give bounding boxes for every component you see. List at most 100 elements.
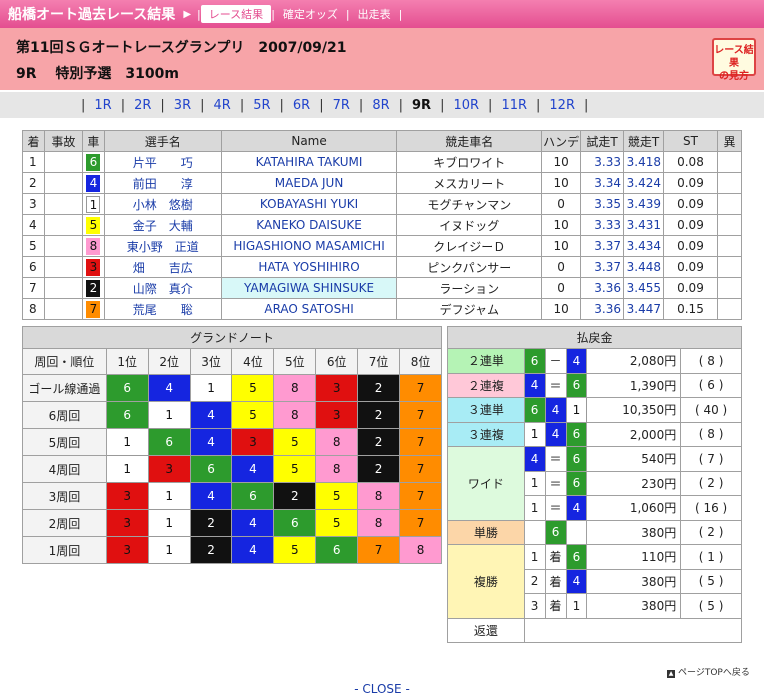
trial-time-cell[interactable]: 3.36 bbox=[580, 277, 625, 299]
payout-car-cell: 6 bbox=[544, 519, 567, 545]
lap-car-cell: 4 bbox=[189, 428, 233, 456]
lap-car-cell: 4 bbox=[189, 482, 233, 510]
rider-name-jp[interactable]: 山際 真介 bbox=[103, 277, 222, 299]
accident-cell bbox=[43, 256, 83, 278]
position-header: 7位 bbox=[357, 348, 401, 375]
round-tab-5r[interactable]: 5R bbox=[253, 98, 270, 113]
result-guide-button[interactable]: レース結果 の見方 bbox=[712, 38, 756, 82]
rider-name-en[interactable]: KATAHIRA TAKUMI bbox=[220, 151, 398, 173]
handicap-cell: 0 bbox=[541, 277, 582, 299]
bet-type-label: 単勝 bbox=[447, 519, 525, 545]
bike-name: クレイジーＤ bbox=[396, 235, 543, 257]
round-tab-3r[interactable]: 3R bbox=[174, 98, 191, 113]
accident-cell bbox=[43, 298, 83, 320]
trial-time-cell[interactable]: 3.37 bbox=[580, 235, 625, 257]
round-tab-6r[interactable]: 6R bbox=[293, 98, 310, 113]
rider-name-jp[interactable]: 小林 悠樹 bbox=[103, 193, 222, 215]
result-row: 2 4 前田 淳 MAEDA JUN メスカリート 10 3.34 3.424 0.09 bbox=[22, 172, 743, 194]
nav-entry-list[interactable]: 出走表 bbox=[350, 5, 399, 23]
position-header: 2位 bbox=[147, 348, 191, 375]
lap-car-cell: 8 bbox=[315, 428, 359, 456]
rider-name-jp[interactable]: 前田 淳 bbox=[103, 172, 222, 194]
payout-car-cell: 1 bbox=[565, 593, 588, 619]
trial-time-cell[interactable]: 3.35 bbox=[580, 193, 625, 215]
lap-car-cell: 8 bbox=[357, 509, 401, 537]
lap-car-cell: 5 bbox=[315, 482, 359, 510]
trial-time-cell[interactable]: 3.33 bbox=[580, 151, 625, 173]
popularity-cell: ( 5 ) bbox=[680, 568, 742, 594]
result-row: 7 2 山際 真介 YAMAGIWA SHINSUKE ラーション 0 3.36 3.455 0… bbox=[22, 277, 743, 299]
payout-car-cell: 6 bbox=[523, 397, 546, 423]
payout-amount: 2,000円 bbox=[586, 421, 682, 447]
payout-car-cell: 4 bbox=[523, 446, 546, 472]
car-cell: 7 bbox=[81, 298, 105, 320]
round-tab-7r[interactable]: 7R bbox=[333, 98, 350, 113]
rider-name-jp[interactable]: 片平 巧 bbox=[103, 151, 222, 173]
lap-car-cell: 7 bbox=[399, 374, 442, 402]
lap-car-cell: 3 bbox=[315, 401, 359, 429]
lap-car-cell: 6 bbox=[147, 428, 191, 456]
round-tab-12r[interactable]: 12R bbox=[549, 98, 575, 113]
result-row: 4 5 金子 大輔 KANEKO DAISUKE イヌドッグ 10 3.33 3.431 0.0… bbox=[22, 214, 743, 236]
start-timing-cell: 0.09 bbox=[663, 214, 718, 236]
payout-car-cell: 1 bbox=[523, 470, 546, 496]
lap-car-cell: 1 bbox=[105, 455, 149, 483]
page-top-link[interactable]: ▲ ページTOPへ戻る bbox=[667, 665, 750, 678]
rider-name-jp[interactable]: 東小野 正道 bbox=[103, 235, 222, 257]
lap-label: 2周回 bbox=[22, 509, 107, 537]
lap-car-cell: 3 bbox=[105, 536, 149, 564]
result-header-cell: 着 bbox=[22, 130, 45, 152]
payout-amount: 230円 bbox=[586, 470, 682, 496]
nav-final-odds[interactable]: 確定オッズ bbox=[275, 5, 346, 23]
round-tab-9r[interactable]: 9R bbox=[412, 98, 431, 113]
lap-car-cell: 1 bbox=[147, 509, 191, 537]
trial-time-cell[interactable]: 3.34 bbox=[580, 172, 625, 194]
separator: ＝ bbox=[544, 372, 567, 398]
rider-name-en[interactable]: HATA YOSHIHIRO bbox=[220, 256, 398, 278]
round-tab-10r[interactable]: 10R bbox=[453, 98, 479, 113]
lap-car-cell: 7 bbox=[399, 428, 442, 456]
car-number-badge: 8 bbox=[86, 237, 101, 255]
start-timing-cell: 0.09 bbox=[663, 193, 718, 215]
handicap-cell: 10 bbox=[541, 151, 582, 173]
rider-name-en[interactable]: MAEDA JUN bbox=[220, 172, 398, 194]
position-header: 4位 bbox=[231, 348, 275, 375]
lap-car-cell: 3 bbox=[105, 509, 149, 537]
trial-time-cell[interactable]: 3.33 bbox=[580, 214, 625, 236]
lap-car-cell: 3 bbox=[315, 374, 359, 402]
round-tab-1r[interactable]: 1R bbox=[94, 98, 111, 113]
round-tabs: | 1R | 2R | 3R | 4R | 5R | 6R | 7R | 8R | 9R | 10R | 11R | 12R | bbox=[0, 92, 764, 118]
trial-time-cell[interactable]: 3.36 bbox=[580, 298, 625, 320]
arrow-right-icon: ▶ bbox=[183, 8, 192, 20]
round-tab-2r[interactable]: 2R bbox=[134, 98, 151, 113]
rider-name-en[interactable]: ARAO SATOSHI bbox=[220, 298, 398, 320]
result-header-cell: 車 bbox=[81, 130, 105, 152]
lap-label: 3周回 bbox=[22, 482, 107, 510]
lap-car-cell: 7 bbox=[399, 401, 442, 429]
bike-name: ラーション bbox=[396, 277, 543, 299]
round-tab-11r[interactable]: 11R bbox=[501, 98, 527, 113]
result-table: 着事故車選手名 Name 競走車名 ハンデ 試走T 競走T ST 異 1 6 片平 巧 KATAHI… bbox=[22, 130, 743, 320]
rider-name-en[interactable]: KANEKO DAISUKE bbox=[220, 214, 398, 236]
rider-name-jp[interactable]: 畑 吉広 bbox=[103, 256, 222, 278]
round-tab-8r[interactable]: 8R bbox=[372, 98, 389, 113]
rider-name-jp[interactable]: 荒尾 聡 bbox=[103, 298, 222, 320]
rider-name-en[interactable]: YAMAGIWA SHINSUKE bbox=[220, 277, 398, 299]
rider-name-en[interactable]: KOBAYASHI YUKI bbox=[220, 193, 398, 215]
rider-name-jp[interactable]: 金子 大輔 bbox=[103, 214, 222, 236]
car-number-badge: 4 bbox=[86, 174, 101, 192]
round-tab-4r[interactable]: 4R bbox=[214, 98, 231, 113]
trial-time-cell[interactable]: 3.37 bbox=[580, 256, 625, 278]
abnormal-cell bbox=[716, 235, 743, 257]
rank-cell: 5 bbox=[22, 235, 45, 257]
bet-type-label: 返還 bbox=[447, 617, 525, 643]
rider-name-en[interactable]: HIGASHIONO MASAMICHI bbox=[220, 235, 398, 257]
close-link[interactable]: - CLOSE - bbox=[0, 682, 764, 696]
race-time-cell: 3.418 bbox=[623, 151, 664, 173]
position-header: 8位 bbox=[399, 348, 442, 375]
nav-race-result[interactable]: レース結果 bbox=[200, 5, 272, 23]
car-number-badge: 1 bbox=[86, 195, 101, 213]
payout-row-nirenpuku: ２連複 4 ＝ 6 1,390円( 6 ) bbox=[447, 372, 742, 398]
race-time-cell: 3.434 bbox=[623, 235, 664, 257]
result-header-cell: Name bbox=[220, 130, 398, 152]
